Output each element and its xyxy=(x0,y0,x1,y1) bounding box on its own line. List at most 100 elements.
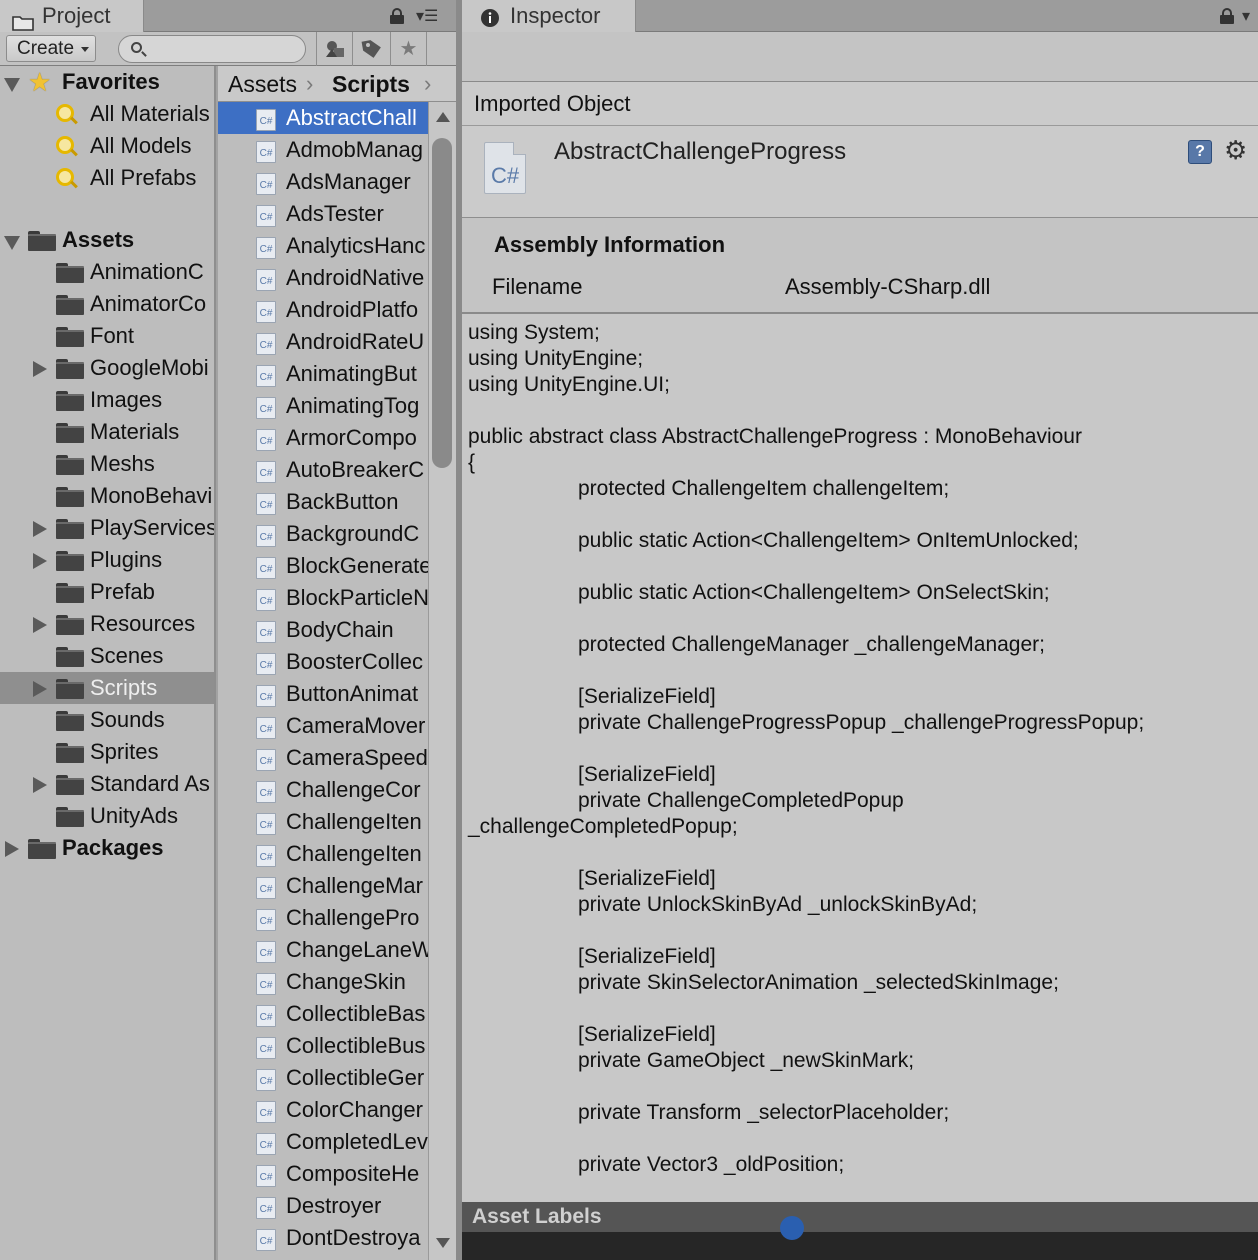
list-item[interactable]: C# AdmobManag xyxy=(218,134,428,166)
list-item[interactable]: C# AdsTester xyxy=(218,198,428,230)
scroll-up-icon[interactable] xyxy=(436,112,450,122)
asset-labels-header[interactable]: Asset Labels xyxy=(462,1202,1258,1232)
tree-item-folder[interactable]: Images xyxy=(0,384,214,416)
list-item[interactable]: C# AnalyticsHanc xyxy=(218,230,428,262)
favorites-star-button[interactable]: ★ xyxy=(390,32,426,66)
list-item[interactable]: C# DontDestroya xyxy=(218,1222,428,1254)
tree-item-folder[interactable]: Sounds xyxy=(0,704,214,736)
expand-arrow-icon[interactable] xyxy=(33,777,47,793)
tree-item-favorite[interactable]: All Materials xyxy=(0,98,214,130)
breadcrumb-root[interactable]: Assets xyxy=(228,66,297,101)
inspector-panel: Imported Object C# AbstractChallengeProg… xyxy=(462,32,1258,1260)
expand-arrow-icon[interactable] xyxy=(5,841,19,857)
tree-item-folder[interactable]: Plugins xyxy=(0,544,214,576)
expand-arrow-icon[interactable] xyxy=(33,681,47,697)
folder-icon xyxy=(56,711,84,731)
list-item[interactable]: C# CameraSpeed xyxy=(218,742,428,774)
tree-item-folder[interactable]: Prefab xyxy=(0,576,214,608)
tree-item-folder[interactable]: Standard As xyxy=(0,768,214,800)
list-item[interactable]: C# CollectibleGer xyxy=(218,1062,428,1094)
expand-arrow-icon[interactable] xyxy=(33,521,47,537)
scrollbar-thumb[interactable] xyxy=(432,138,452,468)
inspector-tab[interactable]: Inspector xyxy=(462,0,636,32)
menu-icon[interactable]: ▾☰ xyxy=(416,9,438,25)
expand-arrow-icon[interactable] xyxy=(33,617,47,633)
scroll-down-icon[interactable] xyxy=(436,1238,450,1248)
project-tab[interactable]: Project xyxy=(0,0,144,32)
tree-item-folder[interactable]: Font xyxy=(0,320,214,352)
list-item[interactable]: C# ChallengeIten xyxy=(218,838,428,870)
list-item[interactable]: C# BoosterCollec xyxy=(218,646,428,678)
csharp-file-icon: C# xyxy=(256,845,276,867)
list-item[interactable]: C# AdsManager xyxy=(218,166,428,198)
filter-by-type-button[interactable] xyxy=(316,32,352,66)
code-line: public static Action<ChallengeItem> OnIt… xyxy=(578,529,1079,552)
tree-item-folder[interactable]: Materials xyxy=(0,416,214,448)
tree-item-favorite[interactable]: All Prefabs xyxy=(0,162,214,194)
lock-icon[interactable] xyxy=(390,8,404,24)
tree-item-packages[interactable]: Packages xyxy=(0,832,214,864)
tree-item-folder[interactable]: Sprites xyxy=(0,736,214,768)
list-item[interactable]: C# Destroyer xyxy=(218,1190,428,1222)
list-item[interactable]: C# ChallengeCor xyxy=(218,774,428,806)
tree-item-favorite[interactable]: All Models xyxy=(0,130,214,162)
list-item[interactable]: C# AnimatingTog xyxy=(218,390,428,422)
list-item[interactable]: C# AnimatingBut xyxy=(218,358,428,390)
list-item[interactable]: C# AbstractChall xyxy=(218,102,428,134)
expand-arrow-icon[interactable] xyxy=(4,78,20,92)
tree-item-folder[interactable]: Meshs xyxy=(0,448,214,480)
tree-item-folder[interactable]: Resources xyxy=(0,608,214,640)
list-item[interactable]: C# BlockParticleN xyxy=(218,582,428,614)
tree-item-folder[interactable]: Scripts xyxy=(0,672,214,704)
lock-icon[interactable] xyxy=(1220,8,1234,24)
tree-item-favorites[interactable]: ★ Favorites xyxy=(0,66,214,98)
create-button[interactable]: Create xyxy=(6,35,96,62)
list-item[interactable]: C# ChallengePro xyxy=(218,902,428,934)
file-list-scrollbar[interactable] xyxy=(428,102,456,1260)
gear-icon[interactable]: ⚙ xyxy=(1224,136,1247,164)
list-item[interactable]: C# ChallengeMar xyxy=(218,870,428,902)
tree-item-assets[interactable]: Assets xyxy=(0,224,214,256)
list-item[interactable]: C# AndroidNative xyxy=(218,262,428,294)
list-item[interactable]: C# CompletedLev xyxy=(218,1126,428,1158)
csharp-file-icon: C# xyxy=(256,717,276,739)
expand-arrow-icon[interactable] xyxy=(4,236,20,250)
filter-by-label-button[interactable] xyxy=(352,32,390,66)
list-item[interactable]: C# CollectibleBus xyxy=(218,1030,428,1062)
notification-badge[interactable] xyxy=(780,1216,804,1240)
list-item[interactable]: C# BlockGenerate xyxy=(218,550,428,582)
list-item[interactable]: C# ColorChanger xyxy=(218,1094,428,1126)
list-item[interactable]: C# AndroidRateU xyxy=(218,326,428,358)
list-item-label: BoosterCollec xyxy=(286,649,423,674)
list-item[interactable]: C# AndroidPlatfo xyxy=(218,294,428,326)
list-item-label: BodyChain xyxy=(286,617,394,642)
expand-arrow-icon[interactable] xyxy=(33,361,47,377)
search-input[interactable] xyxy=(118,35,306,63)
list-item-label: AnalyticsHanc xyxy=(286,233,426,258)
list-item[interactable]: C# BodyChain xyxy=(218,614,428,646)
list-item[interactable]: C# ArmorCompo xyxy=(218,422,428,454)
tree-item-folder[interactable]: GoogleMobi xyxy=(0,352,214,384)
breadcrumb-current[interactable]: Scripts xyxy=(332,66,410,101)
list-item[interactable]: C# BackButton xyxy=(218,486,428,518)
expand-arrow-icon[interactable] xyxy=(33,553,47,569)
menu-icon[interactable]: ▾ xyxy=(1242,9,1250,25)
list-item[interactable]: C# AutoBreakerC xyxy=(218,454,428,486)
list-item[interactable]: C# ChangeLaneW xyxy=(218,934,428,966)
tree-item-folder[interactable]: PlayServices xyxy=(0,512,214,544)
tree-item-folder[interactable]: AnimatorCo xyxy=(0,288,214,320)
tree-item-folder[interactable]: MonoBehavi xyxy=(0,480,214,512)
list-item[interactable]: C# ChallengeIten xyxy=(218,806,428,838)
list-item[interactable]: C# BackgroundC xyxy=(218,518,428,550)
list-item[interactable]: C# ChangeSkin xyxy=(218,966,428,998)
tree-item-folder[interactable]: AnimationC xyxy=(0,256,214,288)
help-icon[interactable]: ? xyxy=(1188,140,1212,164)
list-item[interactable]: C# ButtonAnimat xyxy=(218,678,428,710)
list-item[interactable]: C# CollectibleBas xyxy=(218,998,428,1030)
list-item[interactable]: C# CameraMover xyxy=(218,710,428,742)
list-item[interactable]: C# CompositeHe xyxy=(218,1158,428,1190)
tree-item-folder[interactable]: UnityAds xyxy=(0,800,214,832)
tree-item-folder[interactable]: Scenes xyxy=(0,640,214,672)
